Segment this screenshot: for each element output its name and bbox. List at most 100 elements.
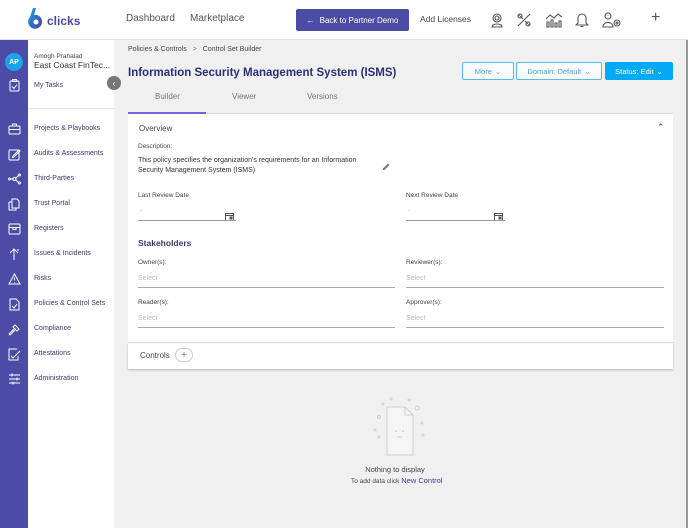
empty-state-title: Nothing to display bbox=[365, 465, 425, 474]
nav-marketplace[interactable]: Marketplace bbox=[190, 13, 244, 24]
empty-state: Nothing to display To add data click New… bbox=[340, 395, 470, 495]
bell-icon[interactable] bbox=[572, 10, 592, 30]
domain-dropdown-button[interactable]: Domain: Default ⌄ bbox=[516, 62, 602, 80]
register-box-icon[interactable] bbox=[7, 222, 21, 236]
description-text: This policy specifies the organization's… bbox=[138, 157, 357, 174]
analytics-icon[interactable] bbox=[544, 10, 564, 30]
attestation-icon[interactable] bbox=[7, 347, 21, 361]
owners-underline bbox=[138, 287, 395, 288]
empty-state-prefix: To add data click bbox=[351, 478, 400, 485]
warning-icon[interactable] bbox=[7, 272, 21, 286]
sidebar-item-policies-control-sets[interactable]: Policies & Control Sets bbox=[34, 300, 105, 307]
sidebar-item-projects-playbooks[interactable]: Projects & Playbooks bbox=[34, 125, 100, 132]
user-name: Amogh Prahalad bbox=[34, 53, 83, 60]
readers-label: Reader(s): bbox=[138, 299, 169, 306]
org-switcher[interactable]: East Coast FinTec... bbox=[34, 60, 110, 70]
next-review-date-label: Next Review Date bbox=[406, 192, 459, 199]
reviewers-select[interactable]: Select bbox=[406, 275, 425, 282]
more-label: More bbox=[474, 66, 492, 76]
icon-rail: AP bbox=[0, 40, 28, 528]
sidebar-item-registers[interactable]: Registers bbox=[34, 225, 64, 232]
controls-card: Controls + bbox=[128, 343, 673, 369]
more-dropdown-button[interactable]: More ⌄ bbox=[462, 62, 514, 80]
back-to-partner-demo-button[interactable]: ← Back to Partner Demo bbox=[296, 9, 409, 31]
sidebar: Amogh Prahalad East Coast FinTec... My T… bbox=[28, 40, 114, 528]
breadcrumb-separator-icon: > bbox=[192, 46, 197, 53]
edit-square-icon[interactable] bbox=[7, 147, 21, 161]
sidebar-item-issues-incidents[interactable]: Issues & Incidents bbox=[34, 250, 91, 257]
approvers-select[interactable]: Select bbox=[406, 315, 425, 322]
next-review-date-underline bbox=[406, 220, 505, 221]
approvers-label: Approver(s): bbox=[406, 299, 442, 306]
approvers-underline bbox=[406, 327, 664, 328]
last-review-date-underline bbox=[138, 220, 236, 221]
breadcrumb: Policies & Controls > Control Set Builde… bbox=[128, 46, 262, 53]
breadcrumb-current: Control Set Builder bbox=[202, 46, 262, 53]
overview-title: Overview bbox=[139, 124, 173, 133]
sidebar-item-risks[interactable]: Risks bbox=[34, 275, 51, 282]
logo[interactable]: clicks bbox=[27, 8, 80, 30]
owners-select[interactable]: Select bbox=[138, 275, 157, 282]
collapse-sidebar-button[interactable]: ‹ bbox=[107, 76, 121, 90]
readers-underline bbox=[138, 327, 395, 328]
chevron-down-icon: ⌄ bbox=[584, 66, 591, 76]
sliders-icon[interactable] bbox=[7, 372, 21, 386]
sidebar-item-trust-portal[interactable]: Trust Portal bbox=[34, 200, 70, 207]
last-review-date-input[interactable]: - bbox=[140, 208, 142, 215]
support-agent-icon[interactable] bbox=[487, 10, 507, 30]
gavel-icon[interactable] bbox=[7, 322, 21, 336]
domain-label: Domain: Default bbox=[527, 66, 582, 76]
sidebar-divider bbox=[28, 108, 114, 109]
logo-text: clicks bbox=[47, 14, 81, 28]
reviewers-underline bbox=[406, 287, 664, 288]
network-icon[interactable] bbox=[7, 172, 21, 186]
new-control-link[interactable]: New Control bbox=[401, 476, 442, 485]
status-label: Status: Edit bbox=[615, 66, 654, 76]
sidebar-item-third-parties[interactable]: Third-Parties bbox=[34, 175, 74, 182]
briefcase-icon[interactable] bbox=[7, 122, 21, 136]
sidebar-item-compliance[interactable]: Compliance bbox=[34, 325, 71, 332]
last-review-date-label: Last Review Date bbox=[138, 192, 189, 199]
tab-builder[interactable]: Builder bbox=[155, 92, 180, 101]
sidebar-item-attestations[interactable]: Attestations bbox=[34, 350, 71, 357]
tools-icon[interactable] bbox=[514, 10, 534, 30]
chevron-up-icon[interactable]: ⌃ bbox=[657, 122, 665, 133]
nav-dashboard[interactable]: Dashboard bbox=[126, 13, 175, 24]
add-control-button[interactable]: + bbox=[175, 348, 193, 362]
plus-icon: + bbox=[181, 349, 187, 361]
user-settings-icon[interactable] bbox=[602, 10, 622, 30]
top-bar: clicks Dashboard Marketplace ← Back to P… bbox=[0, 0, 688, 40]
next-review-date-input[interactable]: - bbox=[408, 208, 410, 215]
readers-select[interactable]: Select bbox=[138, 315, 157, 322]
add-licenses-link[interactable]: Add Licenses bbox=[420, 14, 471, 24]
pencil-edit-icon[interactable] bbox=[382, 158, 391, 176]
status-dropdown-button[interactable]: Status: Edit ⌄ bbox=[605, 62, 673, 80]
sidebar-item-my-tasks[interactable]: My Tasks bbox=[34, 82, 63, 89]
empty-document-icon bbox=[373, 397, 425, 456]
controls-title: Controls bbox=[140, 351, 170, 360]
sidebar-item-audits-assessments[interactable]: Audits & Assessments bbox=[34, 150, 103, 157]
reviewers-label: Reviewer(s): bbox=[406, 259, 443, 266]
arrow-left-icon: ← bbox=[306, 15, 315, 25]
page-title: Information Security Management System (… bbox=[128, 67, 397, 79]
calendar-icon[interactable] bbox=[225, 208, 234, 226]
sidebar-item-administration[interactable]: Administration bbox=[34, 375, 78, 382]
calendar-icon[interactable] bbox=[494, 208, 503, 226]
documents-icon[interactable] bbox=[7, 197, 21, 211]
tab-versions[interactable]: Versions bbox=[307, 92, 338, 101]
overview-card: Overview ⌃ Description: This policy spec… bbox=[128, 114, 673, 343]
stakeholders-title: Stakeholders bbox=[138, 238, 192, 248]
owners-label: Owner(s): bbox=[138, 259, 167, 266]
avatar[interactable]: AP bbox=[5, 53, 23, 71]
chevron-down-icon: ⌄ bbox=[494, 66, 502, 76]
empty-state-subtitle: To add data click New Control bbox=[351, 476, 443, 485]
tab-viewer[interactable]: Viewer bbox=[232, 92, 256, 101]
add-plus-button[interactable]: + bbox=[651, 9, 660, 27]
chevron-down-icon: ⌄ bbox=[656, 66, 663, 76]
tasks-clipboard-icon[interactable] bbox=[7, 78, 21, 92]
policy-doc-icon[interactable] bbox=[7, 297, 21, 311]
logo-mark-icon bbox=[28, 8, 43, 29]
breadcrumb-parent[interactable]: Policies & Controls bbox=[128, 46, 187, 53]
issue-arrow-icon[interactable] bbox=[7, 247, 21, 261]
chevron-left-icon: ‹ bbox=[112, 78, 116, 88]
